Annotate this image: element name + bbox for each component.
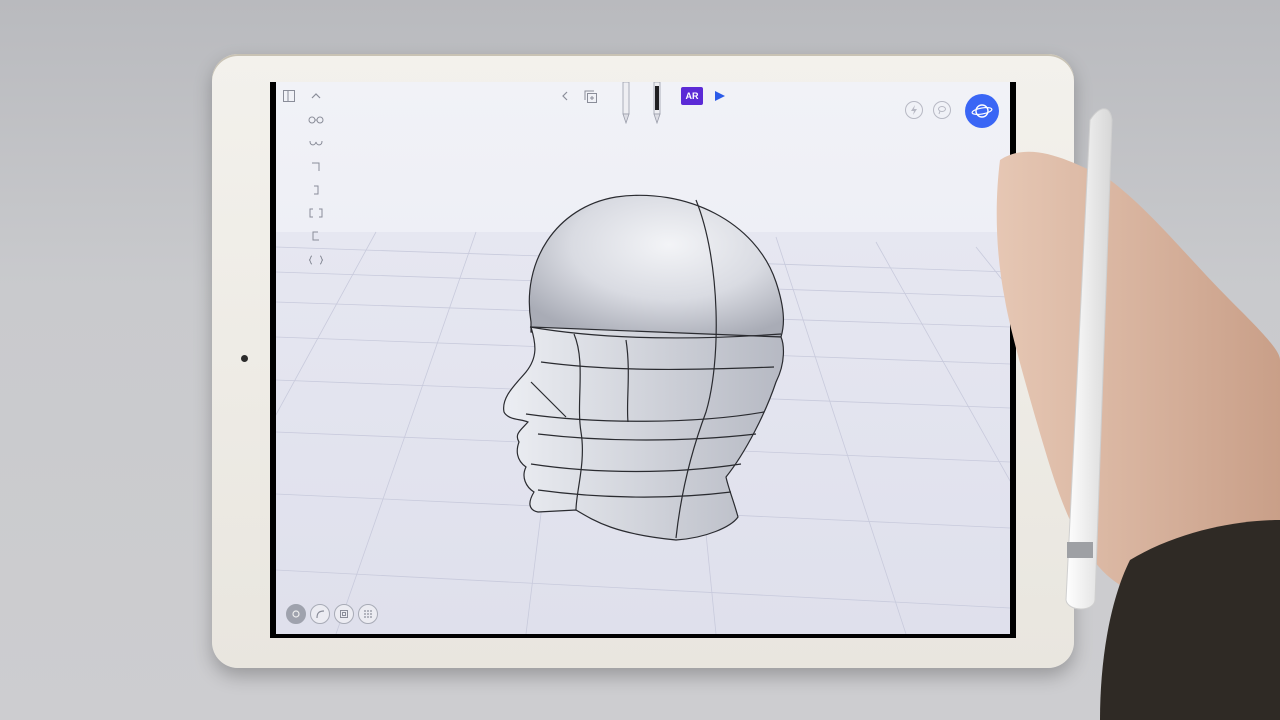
ipad-camera — [241, 355, 248, 362]
curve-tool-icon[interactable] — [310, 604, 330, 624]
frame-tool-icon[interactable] — [334, 604, 354, 624]
settings-tool-icon[interactable] — [286, 604, 306, 624]
chevron-up-icon[interactable] — [308, 88, 324, 104]
pencil-icon[interactable] — [621, 82, 631, 124]
glasses-tool-icon[interactable] — [306, 112, 326, 128]
bracket-both-tool-icon[interactable] — [306, 205, 326, 221]
sidebar-panel-icon[interactable] — [281, 88, 297, 104]
3d-viewport[interactable]: AR — [276, 82, 1010, 634]
grid-tool-icon[interactable] — [358, 604, 378, 624]
chevron-left-icon[interactable] — [557, 88, 573, 104]
loop-tool-icon[interactable] — [306, 135, 326, 151]
ar-button[interactable]: AR — [681, 87, 703, 105]
bracket-left-tool-icon[interactable] — [306, 228, 326, 244]
play-icon[interactable] — [713, 89, 727, 103]
modeling-canvas[interactable] — [276, 82, 1010, 634]
lasso-icon[interactable] — [933, 101, 951, 119]
duplicate-icon[interactable] — [582, 88, 598, 104]
marker-icon[interactable] — [652, 82, 662, 124]
corner-tool-icon[interactable] — [306, 159, 326, 175]
ipad-screen: AR — [270, 82, 1016, 638]
lightning-icon[interactable] — [905, 101, 923, 119]
ar-label: AR — [685, 91, 699, 101]
bracket-right-tool-icon[interactable] — [306, 182, 326, 198]
globe-icon[interactable] — [965, 94, 999, 128]
curly-tool-icon[interactable] — [306, 252, 326, 268]
